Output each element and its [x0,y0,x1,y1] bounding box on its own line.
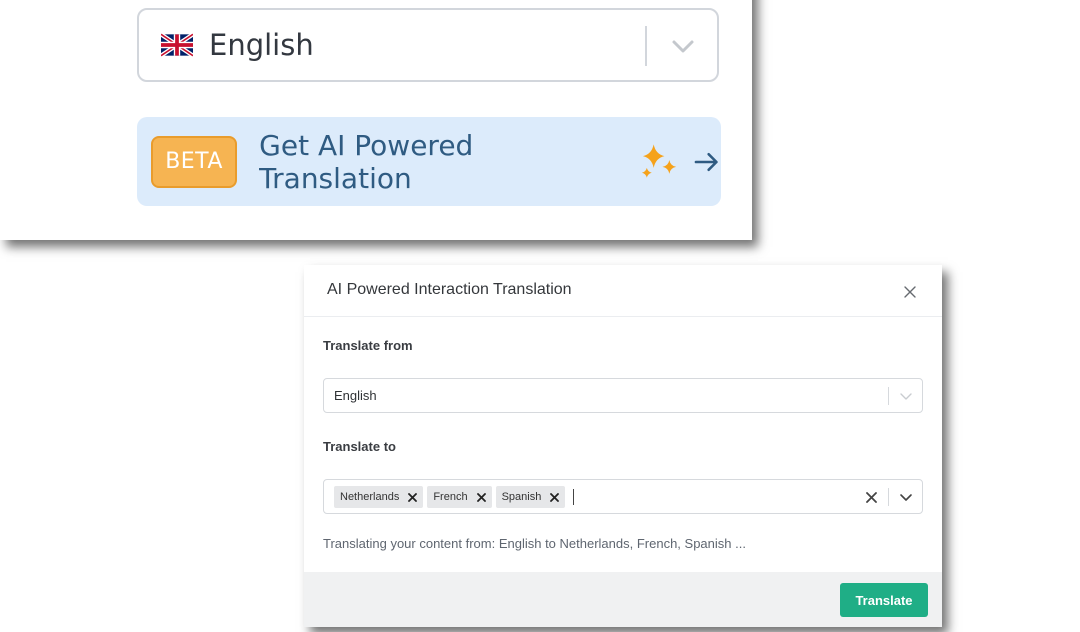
remove-tag-icon[interactable] [550,492,560,502]
language-tag-label: French [433,491,468,503]
language-tag-label: Netherlands [340,491,400,503]
chevron-down-icon[interactable] [669,32,697,60]
text-caret [573,489,575,505]
translate-button[interactable]: Translate [840,583,928,617]
modal-header: AI Powered Interaction Translation [304,265,942,317]
translate-from-value: English [334,388,377,403]
translation-summary: Translating your content from: English t… [323,536,746,551]
language-card: English BETA Get AI Powered Translation [0,0,752,240]
sparkles-icon [641,143,676,178]
translate-to-label: Translate to [323,439,396,454]
chevron-down-icon[interactable] [898,388,914,404]
language-select-value: English [209,28,314,62]
selected-language-tags: Netherlands French Spanish [334,486,575,508]
arrow-right-icon[interactable] [692,147,721,177]
clear-all-icon[interactable] [866,492,877,503]
language-select[interactable]: English [137,8,719,82]
ai-translation-banner[interactable]: BETA Get AI Powered Translation [137,117,721,206]
language-tag: French [427,486,492,508]
modal-footer: Translate [304,572,942,627]
language-tag: Netherlands [334,486,424,508]
language-tag: Spanish [495,486,566,508]
modal-title: AI Powered Interaction Translation [327,281,572,298]
select-divider [888,488,889,506]
select-divider [888,387,889,405]
remove-tag-icon[interactable] [476,492,486,502]
uk-flag-icon [161,33,193,57]
chevron-down-icon[interactable] [898,489,914,505]
beta-badge: BETA [151,135,238,188]
select-divider [645,26,647,66]
translate-from-select[interactable]: English [323,378,923,413]
translate-to-multiselect[interactable]: Netherlands French Spanish [323,479,923,514]
translation-modal: AI Powered Interaction Translation Trans… [304,265,942,627]
translate-from-label: Translate from [323,338,413,353]
remove-tag-icon[interactable] [408,492,418,502]
close-icon[interactable] [900,282,920,302]
ai-banner-text: Get AI Powered Translation [259,128,474,195]
language-tag-label: Spanish [501,491,542,503]
